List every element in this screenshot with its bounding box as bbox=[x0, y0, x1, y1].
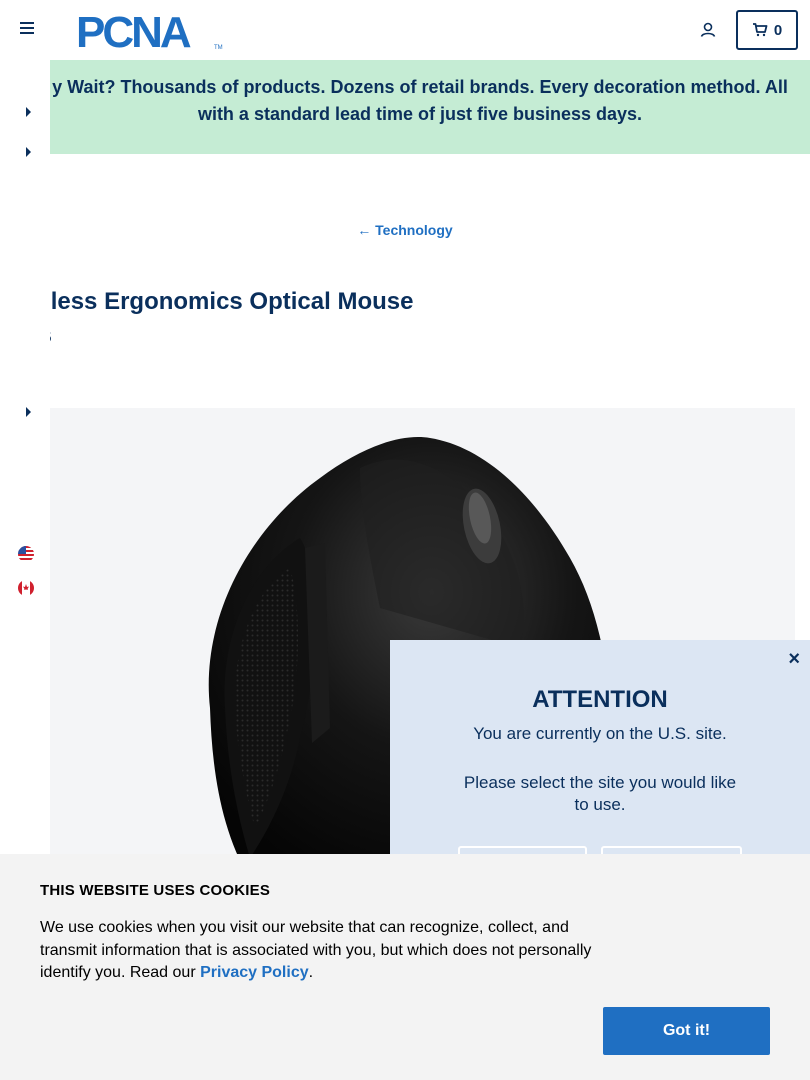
cookie-body: We use cookies when you visit our websit… bbox=[40, 919, 592, 981]
arrow-left-icon: ← bbox=[357, 222, 372, 238]
breadcrumb-label: Technology bbox=[375, 222, 453, 238]
cart-icon bbox=[752, 23, 768, 37]
cart-button[interactable]: 0 bbox=[736, 10, 798, 50]
cart-count: 0 bbox=[773, 21, 783, 39]
sidebar-expand-arrow-2[interactable] bbox=[26, 147, 31, 157]
modal-current-site-text: You are currently on the U.S. site. bbox=[473, 724, 727, 743]
left-sidebar bbox=[0, 60, 50, 880]
accept-cookies-button[interactable]: Got it! bbox=[603, 1007, 770, 1055]
cookie-banner: THIS WEBSITE USES COOKIES We use cookies… bbox=[0, 854, 810, 1080]
modal-select-prompt: Please select the site you would like to… bbox=[463, 773, 737, 814]
promo-banner: y Wait? Thousands of products. Dozens of… bbox=[50, 60, 810, 154]
site-header: PCNA TM 0 bbox=[0, 0, 810, 60]
account-icon[interactable] bbox=[698, 20, 718, 40]
breadcrumb: ← Technology bbox=[0, 222, 810, 238]
product-title: reless Ergonomics Optical Mouse bbox=[28, 288, 414, 315]
close-icon[interactable]: × bbox=[788, 648, 800, 671]
sidebar-expand-arrow-3[interactable] bbox=[26, 407, 31, 417]
cookie-title: THIS WEBSITE USES COOKIES bbox=[40, 882, 271, 899]
cookie-text: We use cookies when you visit our websit… bbox=[40, 917, 600, 985]
privacy-policy-link[interactable]: Privacy Policy bbox=[200, 964, 309, 981]
svg-text:TM: TM bbox=[214, 45, 223, 51]
sidebar-expand-arrow-1[interactable] bbox=[26, 107, 31, 117]
canada-flag-icon[interactable] bbox=[18, 580, 34, 596]
pcna-logo[interactable]: PCNA TM bbox=[76, 8, 224, 57]
breadcrumb-technology-link[interactable]: ← Technology bbox=[357, 222, 452, 238]
us-flag-icon[interactable] bbox=[18, 546, 34, 562]
promo-banner-line-2: with a standard lead time of just five b… bbox=[197, 104, 643, 124]
promo-banner-line-1: y Wait? Thousands of products. Dozens of… bbox=[52, 77, 788, 97]
logo-text: PCNA bbox=[76, 10, 191, 52]
cookie-period: . bbox=[308, 964, 314, 981]
modal-title: ATTENTION bbox=[532, 686, 668, 713]
promo-banner-text: y Wait? Thousands of products. Dozens of… bbox=[20, 74, 810, 128]
menu-icon[interactable] bbox=[20, 22, 36, 36]
